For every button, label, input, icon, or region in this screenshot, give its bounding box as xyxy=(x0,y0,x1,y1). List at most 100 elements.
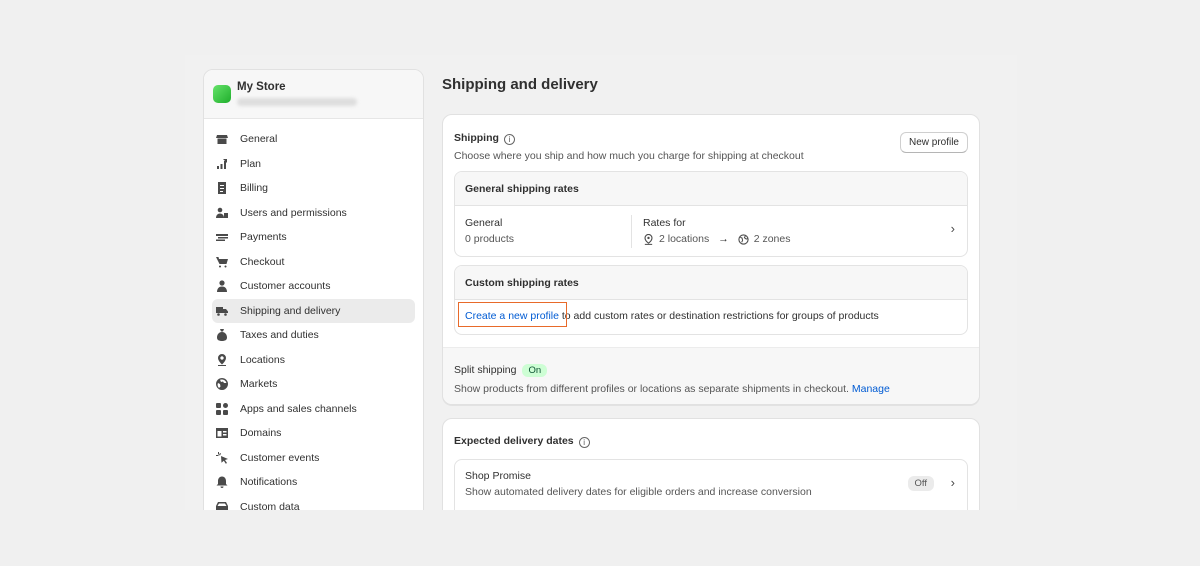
users-icon xyxy=(216,207,228,219)
sidebar-item-plan[interactable]: Plan xyxy=(212,152,415,177)
sidebar-item-label: Checkout xyxy=(240,255,285,268)
cursor-icon xyxy=(216,451,228,464)
truck-icon xyxy=(216,305,228,317)
sidebar-item-label: Users and permissions xyxy=(240,206,347,219)
store-icon xyxy=(216,133,228,145)
rates-for-info: Rates for 2 locations → 2 zones xyxy=(643,217,790,245)
sidebar-item-label: Payments xyxy=(240,231,287,244)
globe-icon xyxy=(216,378,228,391)
sidebar-item-customer-events[interactable]: Customer events xyxy=(212,446,415,471)
store-url-blurred xyxy=(237,98,357,106)
profile-info: General 0 products xyxy=(465,217,514,245)
billing-icon xyxy=(216,182,228,195)
domain-icon xyxy=(216,427,228,439)
new-profile-button[interactable]: New profile xyxy=(899,132,968,153)
custom-rates-heading: Custom shipping rates xyxy=(455,266,967,300)
highlight-box xyxy=(458,302,567,327)
plan-icon xyxy=(216,158,228,170)
profile-products: 0 products xyxy=(465,233,515,245)
sidebar-item-label: Locations xyxy=(240,353,285,366)
shipping-card: Shipping i Choose where you ship and how … xyxy=(442,114,980,405)
sidebar-item-label: Taxes and duties xyxy=(240,329,319,342)
page-title: Shipping and delivery xyxy=(442,76,598,93)
sidebar-item-taxes[interactable]: Taxes and duties xyxy=(212,323,415,348)
tax-icon xyxy=(216,329,228,342)
split-shipping-description-line: Show products from different profiles or… xyxy=(454,383,968,395)
sidebar-item-customer-accounts[interactable]: Customer accounts xyxy=(212,274,415,299)
split-shipping-title: Split shipping xyxy=(454,364,517,376)
sidebar-item-general[interactable]: General xyxy=(212,127,415,152)
rates-for-label: Rates for xyxy=(643,217,686,229)
sidebar-item-label: Shipping and delivery xyxy=(240,304,341,317)
chevron-right-icon[interactable]: › xyxy=(951,475,955,490)
store-header[interactable]: My Store xyxy=(204,70,423,119)
shop-promise-section: Shop Promise Show automated delivery dat… xyxy=(454,459,968,510)
sidebar-item-label: Customer accounts xyxy=(240,280,331,293)
sidebar-item-domains[interactable]: Domains xyxy=(212,421,415,446)
column-divider xyxy=(631,215,632,248)
shop-promise-description: Show automated delivery dates for eligib… xyxy=(465,486,812,498)
locations-count: 2 locations xyxy=(659,233,710,245)
bell-icon xyxy=(216,476,228,489)
sidebar-item-label: Plan xyxy=(240,157,262,170)
payments-icon xyxy=(216,231,228,243)
sidebar-item-label: Customer events xyxy=(240,451,320,464)
sidebar-item-billing[interactable]: Billing xyxy=(212,176,415,201)
custom-rates-text: to add custom rates or destination restr… xyxy=(558,310,879,322)
sidebar-item-label: Apps and sales channels xyxy=(240,402,357,415)
person-icon xyxy=(216,280,228,293)
main-content: Shipping and delivery Shipping i Choose w… xyxy=(442,55,982,510)
shop-promise-row[interactable]: Shop Promise Show automated delivery dat… xyxy=(455,460,967,510)
sidebar-item-custom-data[interactable]: Custom data xyxy=(212,495,415,510)
settings-nav: General Plan Billing Users and permissio… xyxy=(204,119,423,510)
info-icon[interactable]: i xyxy=(503,134,515,145)
split-shipping-header: Split shipping On xyxy=(454,360,968,378)
sidebar-item-locations[interactable]: Locations xyxy=(212,348,415,373)
sidebar-item-label: Custom data xyxy=(240,500,300,510)
apps-icon xyxy=(216,402,228,415)
shipping-description: Choose where you ship and how much you c… xyxy=(454,150,804,162)
sidebar-item-payments[interactable]: Payments xyxy=(212,225,415,250)
shop-promise-info: Shop Promise Show automated delivery dat… xyxy=(465,470,812,498)
sidebar-item-shipping[interactable]: Shipping and delivery xyxy=(212,298,415,323)
data-icon xyxy=(216,501,228,510)
globe-icon xyxy=(738,233,749,245)
status-badge: Off xyxy=(907,476,934,491)
split-shipping-section: Split shipping On Show products from diff… xyxy=(443,347,979,404)
sidebar-item-apps[interactable]: Apps and sales channels xyxy=(212,397,415,422)
rates-for-detail: 2 locations → 2 zones xyxy=(643,233,790,245)
sidebar-item-markets[interactable]: Markets xyxy=(212,372,415,397)
sidebar-item-label: General xyxy=(240,133,278,146)
cart-icon xyxy=(216,256,228,268)
app-frame: My Store General Plan Billing Users and … xyxy=(185,55,1017,510)
store-name: My Store xyxy=(237,81,286,93)
sidebar-item-notifications[interactable]: Notifications xyxy=(212,470,415,495)
general-rates-section: General shipping rates General 0 product… xyxy=(454,171,968,257)
sidebar-item-label: Notifications xyxy=(240,476,298,489)
settings-sidebar: My Store General Plan Billing Users and … xyxy=(203,69,424,510)
sidebar-item-users[interactable]: Users and permissions xyxy=(212,201,415,226)
delivery-dates-title: Expected delivery dates xyxy=(454,435,574,447)
zones-count: 2 zones xyxy=(753,233,791,245)
location-icon xyxy=(216,353,228,366)
custom-rates-section: Custom shipping rates Create a new profi… xyxy=(454,265,968,335)
arrow-right-icon: → xyxy=(718,233,729,245)
info-icon[interactable]: i xyxy=(578,437,590,448)
split-shipping-description: Show products from different profiles or… xyxy=(454,383,849,395)
sidebar-item-checkout[interactable]: Checkout xyxy=(212,250,415,275)
profile-name: General xyxy=(465,217,503,229)
shipping-header: Shipping i Choose where you ship and how … xyxy=(454,128,804,162)
manage-link[interactable]: Manage xyxy=(852,383,890,395)
sidebar-item-label: Billing xyxy=(240,182,269,195)
shipping-title: Shipping xyxy=(454,132,499,144)
store-logo xyxy=(213,85,231,103)
status-badge: On xyxy=(522,364,548,377)
delivery-dates-header: Expected delivery dates i xyxy=(454,431,590,449)
chevron-right-icon[interactable]: › xyxy=(951,221,955,236)
shop-promise-title: Shop Promise xyxy=(465,470,531,482)
custom-rates-row: Create a new profile to add custom rates… xyxy=(455,300,967,334)
sidebar-item-label: Domains xyxy=(240,427,282,440)
location-pin-icon xyxy=(644,233,653,245)
general-rates-heading: General shipping rates xyxy=(455,172,967,206)
general-profile-row[interactable]: General 0 products Rates for 2 locations… xyxy=(455,206,967,256)
